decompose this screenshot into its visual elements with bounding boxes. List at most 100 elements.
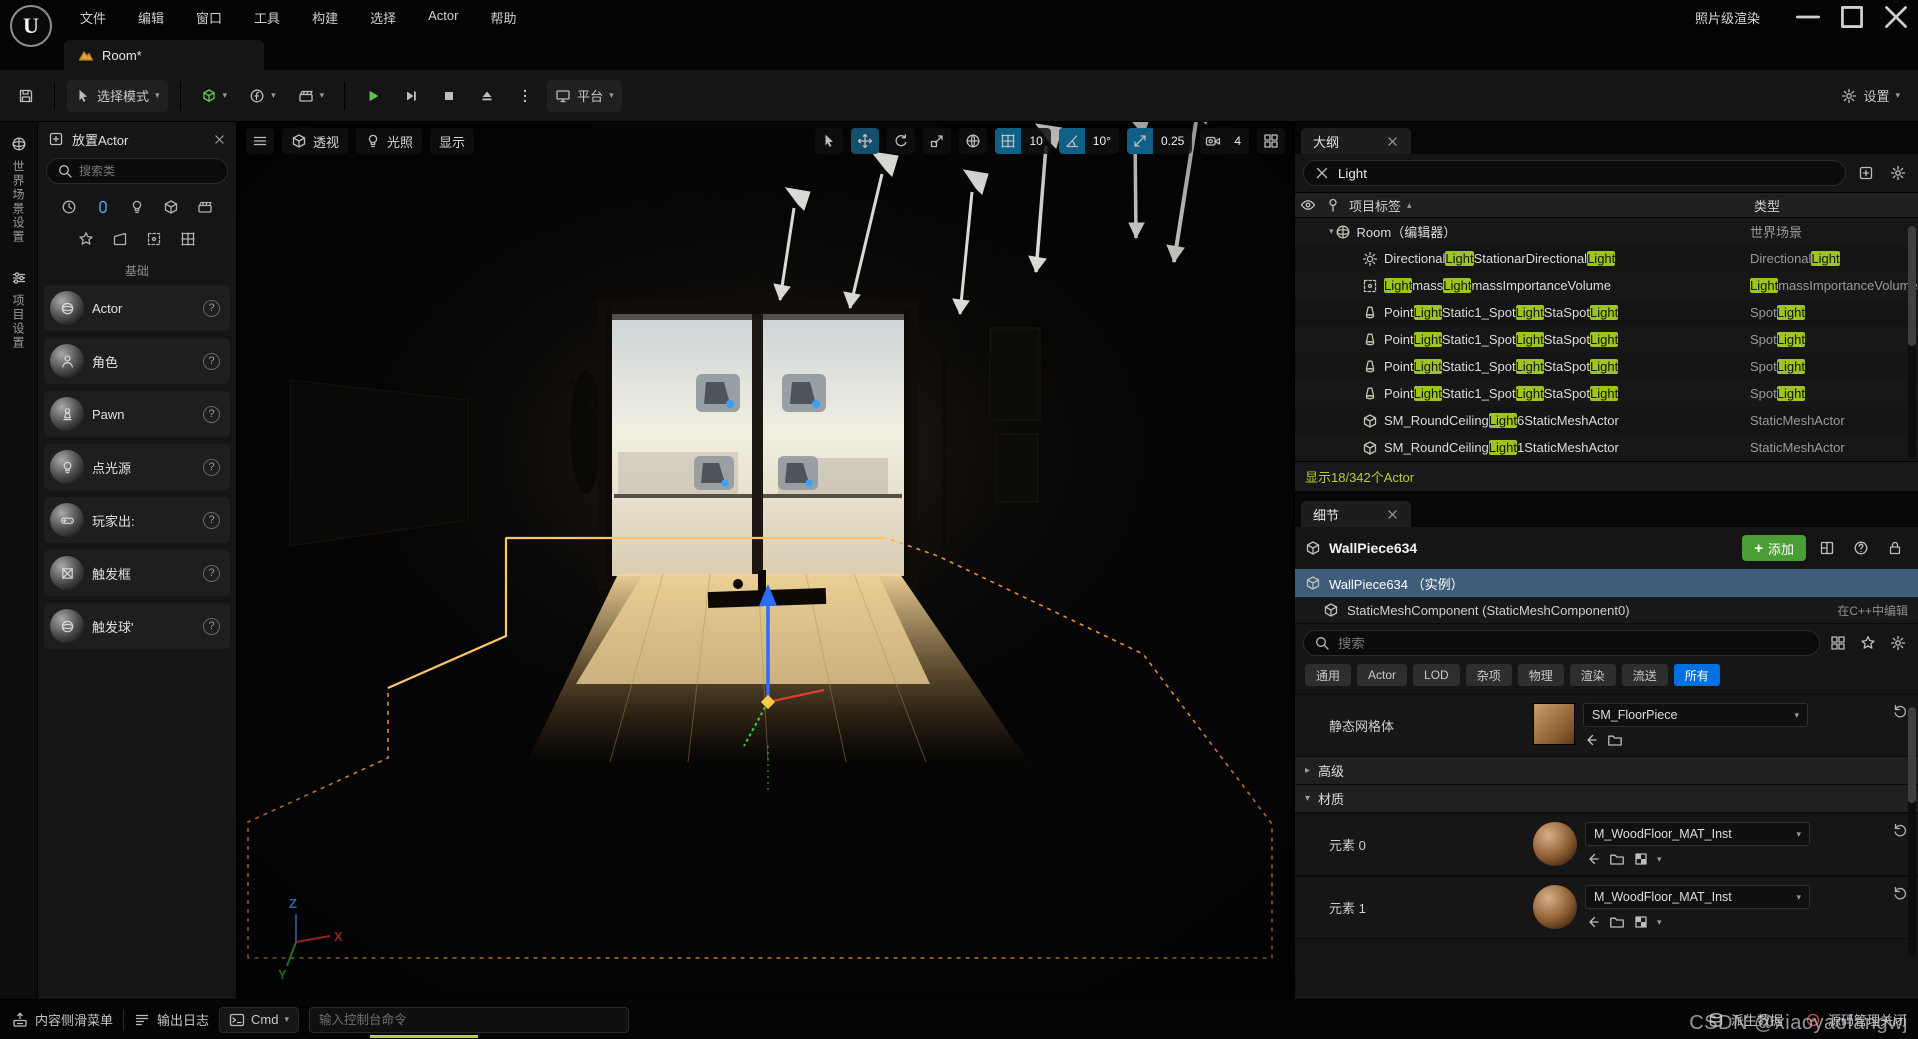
component-row[interactable]: StaticMeshComponent (StaticMeshComponent… [1295,597,1918,624]
help-badge[interactable]: ? [203,300,220,317]
menu-item-window[interactable]: 窗口 [182,4,236,31]
material-options-icon[interactable] [1633,851,1649,867]
browse-to-asset-icon[interactable] [1609,851,1625,867]
use-selected-icon[interactable] [1585,914,1601,930]
help-badge[interactable]: ? [203,565,220,582]
reset-material-icon[interactable] [1892,885,1908,901]
clear-search-icon[interactable] [1314,165,1330,181]
outliner-row-lightmass-importance-volume[interactable]: LightmassLightmassImportanceVolume Light… [1295,272,1918,299]
outliner-row-root[interactable]: ▾ Room（编辑器） 世界场景 [1295,218,1918,245]
help-badge[interactable]: ? [203,406,220,423]
place-item-character[interactable]: 角色 ? [44,338,230,384]
help-badge[interactable]: ? [203,459,220,476]
view-mode-dropdown[interactable]: 光照 [356,128,422,154]
menu-item-edit[interactable]: 编辑 [124,4,178,31]
outliner-row-sm-round-ceiling-light6[interactable]: SM_RoundCeilingLight6StaticMeshActor Sta… [1295,407,1918,434]
show-dropdown[interactable]: 显示 [430,128,474,154]
help-badge[interactable]: ? [203,353,220,370]
scale-snap-control[interactable]: 0.25 [1127,128,1192,154]
place-item-trigger-sphere[interactable]: 触发球' ? [44,603,230,649]
category-volumes[interactable] [143,228,165,250]
place-search-input[interactable] [79,164,217,178]
category-shapes[interactable] [160,196,182,218]
help-badge[interactable]: ? [203,512,220,529]
outliner-row-sm-round-ceiling-light1[interactable]: SM_RoundCeilingLight1StaticMeshActor Sta… [1295,434,1918,461]
camera-speed-control[interactable]: 4 [1200,128,1249,154]
outliner-scrollbar[interactable] [1908,226,1916,458]
save-button[interactable] [10,80,42,112]
material-options-icon[interactable] [1633,914,1649,930]
platforms-dropdown[interactable]: 平台 ▾ [547,80,622,112]
help-badge[interactable]: ? [203,618,220,635]
filter-streaming[interactable]: 流送 [1622,664,1668,686]
world-local-toggle[interactable] [959,128,987,154]
material-select-element-1[interactable]: M_WoodFloor_MAT_Inst▾ [1585,885,1810,909]
reset-static-mesh-icon[interactable] [1892,703,1908,719]
display-filter-icon[interactable] [1830,635,1846,651]
category-visual-effects[interactable] [75,228,97,250]
stop-button[interactable] [433,80,465,112]
details-scrollbar[interactable] [1908,707,1916,957]
outliner-add-icon[interactable] [1858,165,1874,181]
category-cinematic[interactable] [194,196,216,218]
cinematics-dropdown[interactable]: ▾ [290,80,333,112]
static-mesh-select[interactable]: SM_FloorPiece ▾ [1583,703,1808,727]
instance-row[interactable]: WallPiece634 （实例） [1295,569,1918,597]
browse-to-asset-icon[interactable] [1609,914,1625,930]
grid-snap-control[interactable]: 10 [995,128,1050,154]
outliner-search-box[interactable] [1303,160,1846,186]
close-place-panel-icon[interactable] [213,133,226,146]
play-options-button[interactable] [509,80,541,112]
filter-lod[interactable]: LOD [1413,664,1460,686]
help-icon[interactable] [1853,540,1869,556]
menu-item-tools[interactable]: 工具 [240,4,294,31]
add-actor-dropdown[interactable]: ▾ [193,80,236,112]
details-search-box[interactable] [1303,630,1820,656]
console-input[interactable] [319,1013,619,1027]
settings-dropdown[interactable]: 设置 ▾ [1833,80,1908,112]
static-mesh-thumbnail[interactable] [1533,703,1575,745]
place-item-point-light[interactable]: 点光源 ? [44,444,230,490]
outliner-row-point-light-2[interactable]: PointLightStatic1_SpotLightStaSpotLight … [1295,326,1918,353]
unreal-logo-icon[interactable]: U [10,5,52,47]
material-select-element-0[interactable]: M_WoodFloor_MAT_Inst▾ [1585,822,1810,846]
rail-item-world-settings[interactable]: 世界场景设置 [10,136,27,244]
category-lights[interactable] [126,196,148,218]
place-item-pawn[interactable]: Pawn ? [44,391,230,437]
close-details-icon[interactable] [1386,508,1399,521]
filter-misc[interactable]: 杂项 [1466,664,1512,686]
filter-all[interactable]: 所有 [1674,664,1720,686]
filter-general[interactable]: 通用 [1305,664,1351,686]
outliner-row-point-light-3[interactable]: PointLightStatic1_SpotLightStaSpotLight … [1295,353,1918,380]
material-thumbnail[interactable] [1533,885,1577,929]
material-thumbnail[interactable] [1533,822,1577,866]
category-basic[interactable] [92,196,114,218]
item-label-column-header[interactable]: 项目标签 [1349,196,1401,215]
outliner-row-point-light-1[interactable]: PointLightStatic1_SpotLightStaSpotLight … [1295,299,1918,326]
move-tool[interactable] [851,128,879,154]
menu-item-select[interactable]: 选择 [356,4,410,31]
rail-item-project-settings[interactable]: 项目设置 [10,270,27,350]
rotation-snap-control[interactable]: 10° [1059,128,1119,154]
tab-room[interactable]: Room* [64,40,264,70]
select-tool[interactable] [815,128,843,154]
details-search-input[interactable] [1338,636,1809,651]
minimize-button[interactable] [1786,0,1830,34]
perspective-dropdown[interactable]: 透视 [282,128,348,154]
viewport-scene[interactable]: Z X Y [238,122,1293,999]
scale-tool[interactable] [923,128,951,154]
materials-section-header[interactable]: ▾ 材质 [1295,785,1918,813]
viewport-options-button[interactable] [246,128,274,154]
outliner-search-input[interactable] [1338,166,1835,181]
filter-physics[interactable]: 物理 [1518,664,1564,686]
output-log-button[interactable]: 输出日志 [134,1010,209,1029]
type-column-header[interactable]: 类型 [1750,196,1918,215]
reset-material-icon[interactable] [1892,822,1908,838]
menu-item-help[interactable]: 帮助 [476,4,530,31]
rotate-tool[interactable] [887,128,915,154]
lock-details-icon[interactable] [1887,540,1903,556]
outliner-row-directional-light[interactable]: DirectionalLightStationarDirectionalLigh… [1295,245,1918,272]
content-drawer-button[interactable]: 内容侧滑菜单 [12,1010,113,1029]
close-outliner-icon[interactable] [1386,135,1399,148]
play-button[interactable] [357,80,389,112]
